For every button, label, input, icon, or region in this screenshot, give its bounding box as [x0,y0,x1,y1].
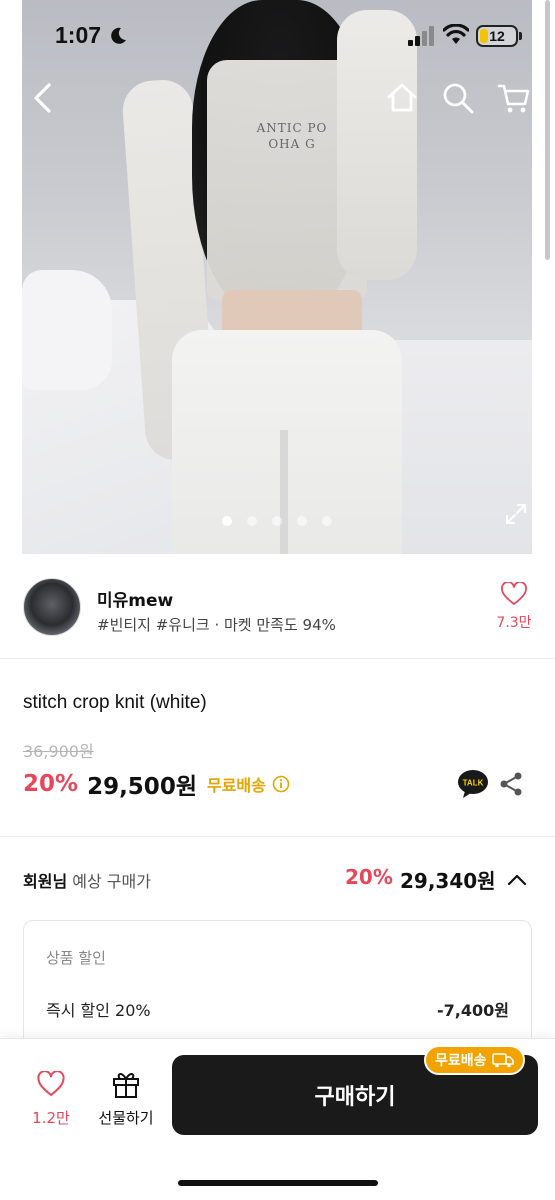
discount-rate: 20% [23,771,79,797]
like-button[interactable]: 1.2만 [26,1070,76,1128]
signal-icon [408,26,434,46]
member-price: 29,340원 [400,869,496,893]
expand-icon[interactable] [504,502,528,526]
pagination-dot[interactable] [272,516,282,526]
truck-icon [491,1053,514,1068]
scrollbar[interactable] [545,0,550,260]
back-icon[interactable] [26,80,62,116]
free-shipping-label: 무료배송 [206,776,266,795]
heart-icon [501,581,527,605]
pagination-dot[interactable] [322,516,332,526]
share-icon[interactable] [498,771,524,797]
battery-icon: 12 [476,25,518,47]
gift-button[interactable]: 선물하기 [92,1069,160,1128]
section-divider [0,836,555,837]
seller-name[interactable]: 미유mew [97,586,173,611]
heart-icon [37,1070,65,1096]
sale-price: 29,500원 [87,774,197,800]
breakdown-row-label: 즉시 할인 20% [46,1001,151,1020]
home-indicator [178,1180,378,1186]
pagination-dot[interactable] [222,516,232,526]
image-pillow [22,270,112,390]
battery-level: 12 [489,28,505,44]
pagination-dot[interactable] [247,516,257,526]
product-title: stitch crop knit (white) [23,692,207,713]
member-label-bold: 회원님 [23,872,68,891]
section-divider [0,658,555,659]
kakaotalk-icon[interactable]: TALK [457,769,489,799]
breakdown-row-value: -7,400원 [437,1001,509,1020]
member-price-label: 회원님 예상 구매가 [23,868,151,892]
gift-icon [113,1073,139,1098]
like-count: 1.2만 [32,1109,70,1127]
moon-icon [111,27,126,44]
chevron-up-icon[interactable] [506,870,528,890]
cart-icon[interactable] [496,80,532,116]
member-label-rest: 예상 구매가 [67,872,151,891]
status-time: 1:07 [55,22,102,48]
gallery-pagination [222,516,332,526]
free-shipping-badge-label: 무료배송 [435,1053,487,1069]
home-icon[interactable] [384,80,420,116]
print-line-1: ANTIC PO [256,121,328,135]
seller-avatar[interactable] [23,578,81,636]
member-discount-rate: 20% [345,865,393,889]
wifi-icon [443,24,469,44]
breakdown-title: 상품 할인 [46,949,106,967]
battery-tip [519,32,522,40]
free-shipping-badge: 무료배송 [424,1045,525,1075]
svg-text:TALK: TALK [463,779,484,788]
info-icon[interactable] [272,775,290,793]
search-icon[interactable] [440,80,476,116]
price-row: 20% 29,500원 무료배송 [23,768,290,800]
bottom-action-bar: 1.2만 선물하기 구매하기 무료배송 [0,1038,555,1200]
pagination-dot[interactable] [297,516,307,526]
seller-like-button[interactable]: 7.3만 [494,581,534,632]
gift-label: 선물하기 [98,1109,154,1127]
print-line-2: OHA G [268,137,316,151]
image-shirt-print: ANTIC PO OHA G [237,120,347,180]
seller-row[interactable]: 미유mew #빈티지 #유니크 · 마켓 만족도 94% 7.3만 [0,570,555,658]
member-price-row[interactable]: 회원님 예상 구매가 20% 29,340원 [0,862,555,898]
status-bar: 1:07 12 [0,0,555,70]
seller-tags: #빈티지 #유니크 · 마켓 만족도 94% [97,616,336,634]
image-pants-seam [280,430,288,554]
original-price: 36,900원 [23,742,94,761]
seller-like-count: 7.3만 [496,615,532,631]
